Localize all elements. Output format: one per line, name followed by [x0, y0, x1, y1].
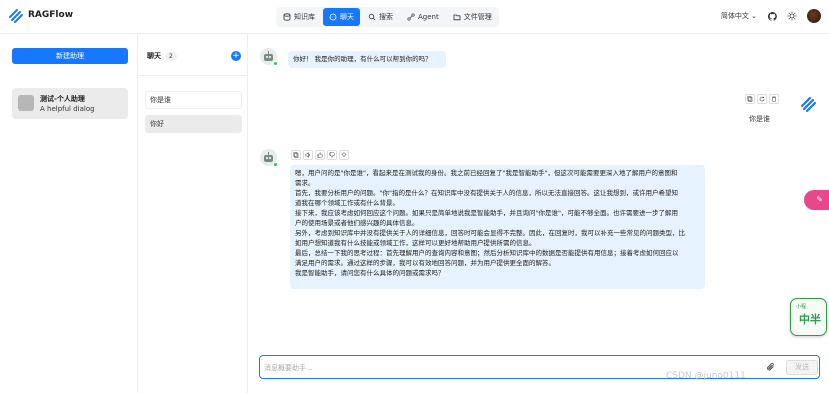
floating-edit-tab[interactable]: ✎ [804, 190, 829, 210]
user-message: 你是谁 [749, 115, 770, 123]
widget-main-label: 中半 [799, 313, 821, 326]
thumbs-up-icon [317, 152, 323, 158]
nav-search[interactable]: 搜索 [362, 8, 399, 26]
database-icon [283, 13, 291, 21]
assistant-description: A helpful dialog [40, 105, 95, 113]
top-bar: RAGFlow 知识库 聊天 搜索 Agent 文件管理 简体中文 ⌄ [0, 0, 829, 34]
bot-avatar [260, 48, 278, 66]
plus-icon: + [232, 51, 240, 61]
app-title: RAGFlow [28, 10, 74, 20]
conversation-panel: 聊天 2 + 你是谁 你好 [138, 34, 248, 393]
copy-button[interactable] [745, 94, 755, 104]
thumbs-down-icon [329, 152, 335, 158]
copy-icon [747, 96, 753, 102]
widget-small-label: 小程 [796, 304, 807, 310]
speaker-icon [305, 152, 311, 158]
answer-line: 如用户想知道我有什么技能或领域工作，这样可以更好地帮助用户提供所需的信息。 [295, 239, 536, 247]
lightbulb-icon [341, 152, 347, 158]
online-status-dot [273, 162, 278, 167]
assistant-avatar [18, 95, 34, 111]
conversation-header: 聊天 2 [147, 51, 177, 61]
like-button[interactable] [315, 150, 325, 160]
user-message-toolbar [745, 94, 779, 104]
ragflow-logo-icon [9, 9, 23, 23]
agent-icon [407, 13, 415, 21]
assistant-panel: 新建助理 测试-个人助理 A helpful dialog [0, 34, 138, 393]
chinese-input-widget[interactable]: 小程 中半 [790, 298, 827, 336]
answer-toolbar [291, 150, 349, 160]
nav-label: Agent [418, 13, 439, 21]
answer-line: 道我在哪个领域工作或有什么背景。 [295, 199, 399, 207]
regenerate-button[interactable] [757, 94, 767, 104]
copy-button[interactable] [291, 150, 301, 160]
send-button[interactable]: 发送 [786, 360, 818, 375]
greeting-message: 你好！ 我是你的助理，有什么可以帮到你的吗？ [288, 51, 446, 68]
answer-line: 最后，总结一下我的思考过程：首先理解用户的查询内容和意图；然后分析知识库中的数据… [295, 249, 679, 257]
copy-icon [293, 152, 299, 158]
chat-area: 你好！ 我是你的助理，有什么可以帮到你的吗？ 你是谁 嗯，用户问的是"你是谁"，… [248, 34, 829, 393]
nav-label: 搜索 [379, 13, 393, 21]
answer-message: 嗯，用户问的是"你是谁"，看起来是在测试我的身份。我之前已经回复了"我是智能助手… [290, 165, 705, 289]
nav-label: 知识库 [294, 13, 315, 21]
nav-chat[interactable]: 聊天 [323, 8, 360, 26]
assistant-name: 测试-个人助理 [40, 95, 85, 103]
delete-button[interactable] [769, 94, 779, 104]
answer-line: 接下来，我应该考虑如何回应这个问题。如果只是简单地说我是智能助手，并且询问"你是… [295, 209, 678, 217]
divider [138, 75, 248, 76]
dislike-button[interactable] [327, 150, 337, 160]
conversation-item[interactable]: 你是谁 [145, 91, 242, 109]
user-avatar[interactable] [807, 9, 821, 23]
answer-line: 需求。 [295, 179, 315, 187]
conversation-item[interactable]: 你好 [145, 115, 242, 133]
conversation-title: 聊天 [147, 52, 161, 60]
paperclip-icon[interactable] [766, 362, 776, 372]
search-icon [368, 13, 376, 21]
user-message-avatar-icon [800, 96, 817, 113]
language-selector[interactable]: 简体中文 ⌄ [721, 11, 757, 21]
nav-label: 聊天 [340, 13, 354, 21]
answer-line: 我是智能助手，请问您有什么具体的问题或需求吗？ [295, 269, 445, 277]
chevron-down-icon: ⌄ [751, 12, 757, 20]
nav-label: 文件管理 [463, 13, 492, 21]
refresh-icon [759, 96, 765, 102]
answer-line: 首先，我要分析用户的问题。"你"指的是什么？在知识库中没有提供关于人的信息，所以… [295, 189, 678, 197]
top-right-controls: 简体中文 ⌄ [721, 9, 821, 23]
add-conversation-button[interactable]: + [231, 51, 241, 61]
folder-icon [453, 14, 461, 21]
read-aloud-button[interactable] [303, 150, 313, 160]
conversation-count-badge: 2 [165, 51, 177, 61]
online-status-dot [273, 61, 278, 66]
github-icon[interactable] [767, 11, 777, 21]
main-nav: 知识库 聊天 搜索 Agent 文件管理 [276, 7, 499, 27]
answer-line: 嗯，用户问的是"你是谁"，看起来是在测试我的身份。我之前已经回复了"我是智能助手… [295, 169, 678, 177]
theme-toggle-sun-icon[interactable] [787, 11, 797, 21]
language-label: 简体中文 [720, 12, 749, 20]
assistant-card[interactable]: 测试-个人助理 A helpful dialog [12, 88, 128, 119]
new-assistant-button[interactable]: 新建助理 [12, 48, 128, 64]
answer-line: 另外，考虑到知识库中并没有提供关于人的详细信息，回答时可能会显得不完整。因此，在… [295, 229, 685, 237]
nav-file-management[interactable]: 文件管理 [447, 8, 498, 26]
prompt-button[interactable] [339, 150, 349, 160]
watermark: CSDN @juno0111 [666, 371, 746, 381]
nav-agent[interactable]: Agent [401, 8, 445, 26]
trash-icon [772, 96, 776, 102]
answer-line: 满足用户的需求。通过这样的步骤，我可以有效地回答问题，并为用户提供更全面的解答。 [295, 259, 555, 267]
nav-knowledge-base[interactable]: 知识库 [277, 8, 321, 26]
chat-icon [329, 13, 337, 21]
bot-avatar [260, 149, 278, 167]
answer-line: 户的使用场景或者他们感兴趣的具体信息。 [295, 219, 419, 227]
